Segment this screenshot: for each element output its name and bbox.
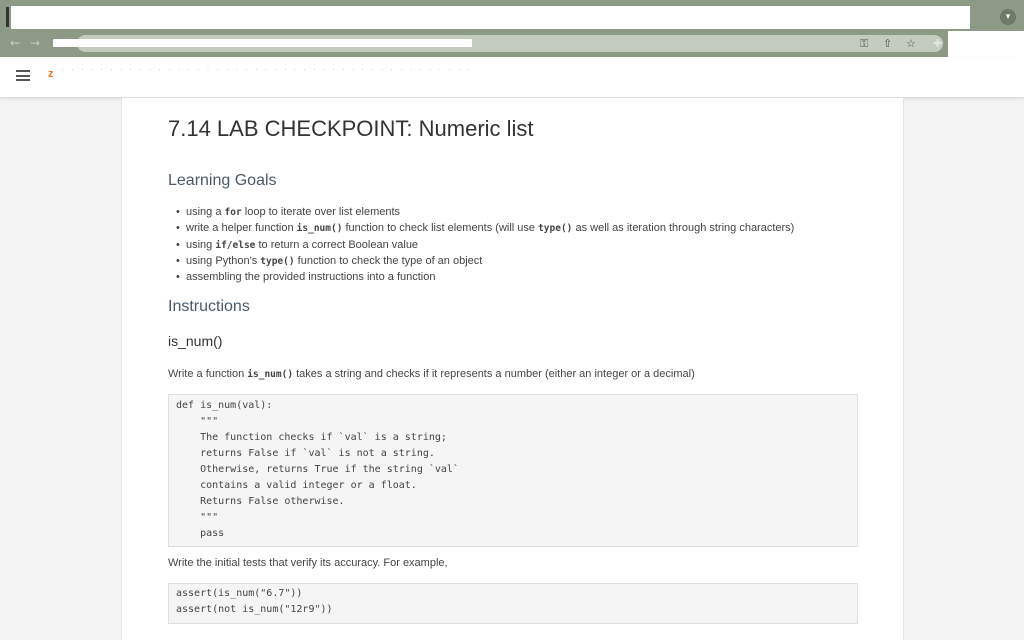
learning-goals-list: using a for loop to iterate over list el… — [186, 204, 794, 285]
learning-goals-heading: Learning Goals — [168, 172, 277, 189]
code-line: """ — [176, 416, 219, 427]
subheading: is_num() — [168, 333, 223, 349]
share-icon[interactable]: ⇧ — [883, 37, 892, 50]
instructions-heading: Instructions — [168, 298, 250, 315]
list-item: using if/else to return a correct Boolea… — [186, 237, 794, 253]
list-item: write a helper function is_num() functio… — [186, 220, 794, 236]
lab-content: 7.14 LAB CHECKPOINT: Numeric list Learni… — [121, 98, 904, 640]
url-text — [53, 39, 472, 47]
menu-icon[interactable] — [16, 70, 30, 81]
back-arrow-icon[interactable]: ← — [10, 36, 20, 50]
puzzle-icon[interactable]: ✚ — [933, 37, 942, 50]
breadcrumb: · · · · · · · · · · · · · · · · · · · · … — [62, 67, 473, 73]
code-line: Returns False otherwise. — [176, 496, 345, 507]
page-title: 7.14 LAB CHECKPOINT: Numeric list — [168, 116, 534, 141]
code-line: pass — [176, 528, 225, 539]
code-line: Otherwise, returns True if the string `v… — [176, 464, 459, 475]
forward-arrow-icon[interactable]: → — [30, 36, 40, 50]
tests-description: Write the initial tests that verify its … — [168, 557, 448, 569]
code-line: assert(not is_num("12r9")) — [176, 604, 333, 615]
code-line: returns False if `val` is not a string. — [176, 448, 435, 459]
browser-tab[interactable] — [11, 6, 970, 29]
code-line: contains a valid integer or a float. — [176, 480, 417, 491]
list-item: using a for loop to iterate over list el… — [186, 204, 794, 220]
star-icon[interactable]: ☆ — [906, 37, 916, 50]
site-header: z · · · · · · · · · · · · · · · · · · · … — [0, 57, 1024, 98]
list-item: assembling the provided instructions int… — [186, 269, 794, 285]
code-line: The function checks if `val` is a string… — [176, 432, 447, 443]
code-block[interactable]: def is_num(val): """ The function checks… — [168, 394, 858, 547]
code-line: """ — [176, 512, 219, 523]
toolbar-blank-area — [948, 31, 1024, 57]
chevron-down-icon[interactable]: ▾ — [1000, 9, 1016, 25]
code-line: assert(is_num("6.7")) — [176, 588, 303, 599]
code-line: def is_num(val): — [176, 400, 273, 411]
code-block[interactable]: assert(is_num("6.7")) assert(not is_num(… — [168, 583, 858, 624]
key-icon[interactable]: ⚿ — [860, 37, 868, 51]
tab-edge — [6, 7, 9, 27]
site-logo[interactable]: z — [48, 68, 54, 80]
list-item: using Python's type() function to check … — [186, 253, 794, 269]
function-description: Write a function is_num() takes a string… — [168, 368, 695, 380]
